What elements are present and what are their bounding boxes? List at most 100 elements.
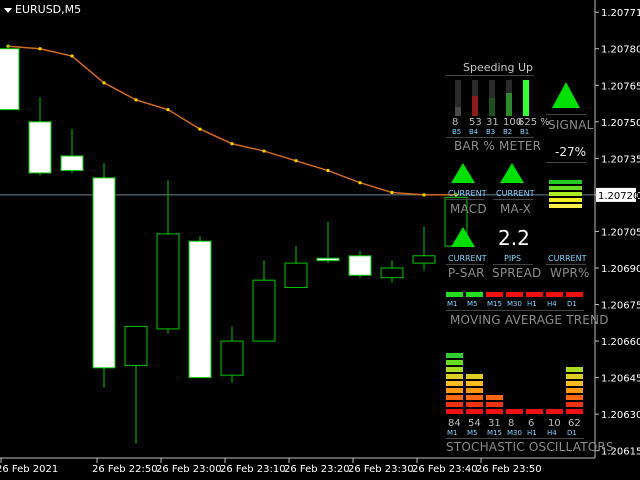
price-chart[interactable]: 1.20771 1.20780 1.20765 1.20750 1.20735 1.207… <box>0 0 640 480</box>
ma-trend-title: MOVING AVERAGE TREND <box>450 313 609 327</box>
bar-meter-fill <box>523 80 529 116</box>
max-current: CURRENT <box>496 189 535 198</box>
ma-polyline <box>7 45 456 196</box>
moving-average-line <box>6 44 458 197</box>
candle-body <box>412 255 436 264</box>
price-tick-label: 1.20675 <box>601 301 640 312</box>
price-tick-label: 1.20630 <box>601 410 640 421</box>
stoch-value: 31 <box>488 418 501 429</box>
wpr-bar-segment <box>549 186 582 190</box>
candle-body <box>0 48 20 111</box>
divider <box>546 114 586 115</box>
stoch-label: M15 <box>487 429 502 437</box>
candle-body <box>156 233 180 330</box>
ma-trend-cell <box>506 292 523 297</box>
price-tick-label: 1.20705 <box>601 227 640 238</box>
divider <box>546 162 586 163</box>
stoch-segment <box>566 402 583 407</box>
bar-meter-fill <box>506 93 512 116</box>
stoch-segment <box>466 381 483 386</box>
signal-up-arrow-icon <box>552 82 580 108</box>
ma-trend-label: H4 <box>547 300 557 308</box>
candle-body <box>252 279 276 342</box>
price-tick-label: 1.20765 <box>601 81 640 92</box>
time-tick-label: 26 Feb 23:20 <box>284 464 350 475</box>
stoch-value: 6 <box>528 418 535 429</box>
stoch-value: 8 <box>508 418 515 429</box>
stoch-segment <box>446 388 463 393</box>
wpr-bar-segment <box>549 198 582 202</box>
divider <box>446 199 484 200</box>
stoch-value: 10 <box>548 418 561 429</box>
stoch-label: H1 <box>527 429 537 437</box>
bar-meter-value: 31 <box>486 117 499 128</box>
stoch-segment <box>486 395 503 400</box>
bar-meter-fill <box>489 98 495 116</box>
stoch-segment <box>466 395 483 400</box>
stoch-segment <box>466 388 483 393</box>
stoch-label: M1 <box>447 429 458 437</box>
spread-unit: PIPS <box>504 254 522 263</box>
bar-meter-title: BAR % METER <box>454 139 542 153</box>
bar-meter-label: B3 <box>486 128 496 136</box>
stoch-segment <box>486 402 503 407</box>
price-tick-label: 1.20780 <box>601 45 640 56</box>
macd-up-arrow-icon <box>451 163 475 183</box>
stoch-segment <box>566 374 583 379</box>
time-axis: 26 Feb 2021 26 Feb 22:5026 Feb 23:0026 Fe… <box>0 458 542 475</box>
ma-point <box>294 159 298 163</box>
ma-point <box>390 190 394 195</box>
price-tick-label: 1.20645 <box>601 374 640 385</box>
ma-trend-label: M1 <box>447 300 458 308</box>
ma-trend-cell <box>446 292 463 297</box>
ma-trend-cell <box>466 292 483 297</box>
price-tick-label: 1.20750 <box>601 118 640 129</box>
stoch-label: M30 <box>507 429 522 437</box>
spread-label: SPREAD <box>492 266 542 280</box>
wpr-label: WPR% <box>550 266 590 280</box>
candle-body <box>60 155 84 172</box>
divider <box>446 310 584 311</box>
ma-point <box>102 81 106 85</box>
price-tick-label: 1.20690 <box>601 264 640 275</box>
time-tick-label: 26 Feb 22:50 <box>92 464 158 475</box>
dropdown-arrow-icon[interactable] <box>4 7 12 13</box>
candle-body <box>284 262 308 288</box>
ma-point <box>326 168 330 173</box>
wpr-bar-segment <box>549 180 582 184</box>
stoch-segment <box>446 353 463 358</box>
price-tick-label: 1.20771 <box>601 8 640 19</box>
chart-title[interactable]: EURUSD,M5 <box>4 3 81 16</box>
time-tick-label: 26 Feb 23:30 <box>348 464 414 475</box>
stoch-segment <box>446 381 463 386</box>
signal-label: SIGNAL <box>548 118 594 132</box>
stoch-segment <box>466 374 483 379</box>
ma-point <box>358 181 362 185</box>
time-tick-label: 26 Feb 23:40 <box>412 464 478 475</box>
candle-body <box>316 257 340 262</box>
candle-body <box>124 325 148 366</box>
bar-meter-label: B1 <box>520 128 530 136</box>
stoch-value: 84 <box>448 418 461 429</box>
stoch-segment <box>566 388 583 393</box>
stoch-segment <box>446 402 463 407</box>
wpr-value: -27% <box>555 145 587 159</box>
stoch-segment <box>446 409 463 414</box>
speeding-title: Speeding Up <box>463 61 534 74</box>
stoch-label: H4 <box>547 429 557 437</box>
candle-body <box>28 121 52 174</box>
stoch-value: 54 <box>468 418 481 429</box>
ma-point <box>70 54 74 58</box>
ma-trend-cell <box>546 292 563 297</box>
stoch-title: STOCHASTIC OSCILLATORS <box>446 440 614 454</box>
candle-body <box>348 255 372 276</box>
candle-body <box>92 177 116 369</box>
time-tick-label: 26 Feb 23:00 <box>156 464 222 475</box>
stoch-segment <box>506 409 523 414</box>
max-up-arrow-icon <box>500 163 524 183</box>
stoch-segment <box>486 409 503 414</box>
stoch-segment <box>466 409 483 414</box>
current-price-label: 1.20720 <box>596 187 639 202</box>
bar-meter-value: 53 <box>469 117 482 128</box>
ma-point <box>134 98 138 102</box>
